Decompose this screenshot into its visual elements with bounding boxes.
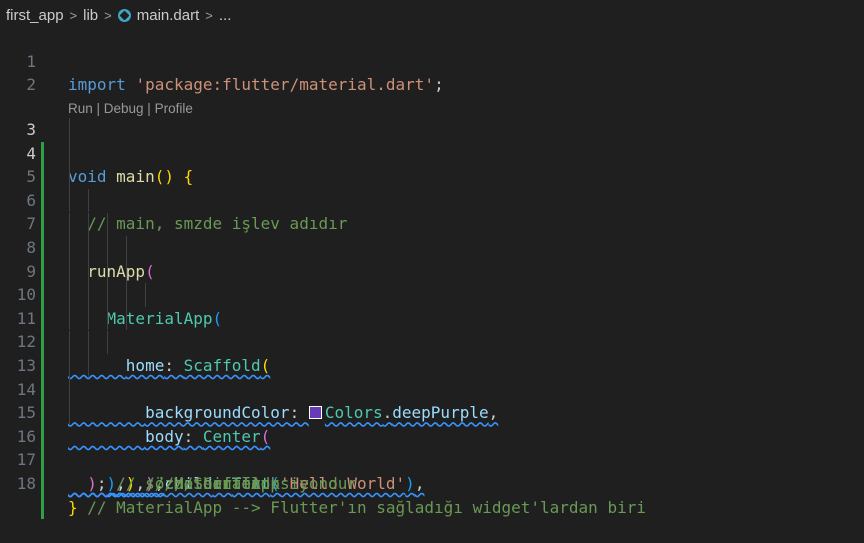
indent-guide <box>107 283 108 307</box>
indent-guide <box>88 259 89 284</box>
gutter-modified-indicator <box>41 495 44 520</box>
code-line[interactable]: 13 ), // Scaffold <box>0 330 864 493</box>
indent-guide <box>69 165 70 189</box>
indent-guide <box>69 330 70 355</box>
indent-guide <box>107 330 108 355</box>
indent-guide <box>69 236 70 260</box>
code-line[interactable]: 6 runApp( <box>0 165 864 281</box>
code-line[interactable]: 4 // main, smzde işlev adıdır <box>0 118 864 233</box>
indent-guide <box>107 212 108 237</box>
indent-guide <box>107 306 108 331</box>
breadcrumb-separator: > <box>69 7 78 23</box>
indent-guide <box>69 377 70 402</box>
indent-guide <box>88 330 89 355</box>
indent-guide <box>88 188 89 213</box>
indent-guide <box>69 306 70 331</box>
code-line[interactable]: 9 backgroundColor: Colors.deepPurple, <box>0 236 864 422</box>
indent-guide <box>69 141 70 166</box>
comment: // sözde bir fonksiyondur <box>106 474 357 494</box>
code-line[interactable]: 12 ), // Center <box>0 306 864 493</box>
indent-guide <box>88 236 89 260</box>
indent-guide <box>69 118 70 142</box>
indent-guide <box>69 212 70 237</box>
indent-guide <box>69 188 70 213</box>
comment: // MaterialApp --> Flutter'ın sağladığı … <box>87 497 646 517</box>
indent-guide <box>107 236 108 260</box>
code-line[interactable]: 8 home: Scaffold( <box>0 212 864 375</box>
punctuation: ; <box>96 474 107 494</box>
code-line[interactable]: 11 child: Text('Hello World'), <box>0 283 864 493</box>
codelens-row: Run | Debug | Profile <box>0 73 864 116</box>
brace: } <box>68 497 78 517</box>
code-line[interactable]: 17 } <box>0 425 864 516</box>
breadcrumb-item-lib[interactable]: lib <box>83 7 98 24</box>
indent-guide <box>126 283 127 307</box>
code-line[interactable]: 3 void main() { <box>0 95 864 186</box>
code-line[interactable]: 18 <box>0 449 864 520</box>
indent-guide <box>126 236 127 260</box>
line-number: 18 <box>16 474 36 494</box>
dart-file-icon <box>117 8 131 22</box>
indent-guide <box>88 306 89 331</box>
breadcrumb-item-more[interactable]: ... <box>219 7 232 24</box>
code-line[interactable]: 7 MaterialApp( <box>0 188 864 328</box>
paren: ) <box>405 474 415 494</box>
indent-guide <box>88 283 89 307</box>
code-line[interactable]: 15 ); // sözde bir fonksiyondur <box>0 377 864 493</box>
breadcrumb-separator: > <box>104 7 112 23</box>
breadcrumb-separator: > <box>205 7 213 23</box>
indent-guide <box>69 401 70 425</box>
code-line[interactable]: 16 // MaterialApp --> Flutter'ın sağladı… <box>0 401 864 517</box>
indent-guide <box>69 259 70 284</box>
breadcrumb-item-first-app[interactable]: first_app <box>6 7 64 24</box>
indent-guide <box>145 283 146 307</box>
punctuation: , <box>414 474 425 494</box>
breadcrumb-item-main-dart[interactable]: main.dart <box>137 7 200 24</box>
indent-guide <box>69 283 70 307</box>
paren: ) <box>87 474 97 494</box>
indent-guide <box>107 259 108 284</box>
indent-guide <box>126 306 127 331</box>
indent-guide <box>88 354 89 378</box>
code-line[interactable]: 5 <box>0 141 864 213</box>
indent-guide <box>88 212 89 237</box>
code-line[interactable]: 2 <box>0 50 864 94</box>
indent-guide <box>126 259 127 284</box>
gutter-modified-indicator <box>41 472 44 496</box>
code-line[interactable]: 1 import 'package:flutter/material.dart'… <box>0 26 864 95</box>
code-line[interactable]: 14 ), // MaterialApp <box>0 354 864 493</box>
indent-guide <box>69 354 70 378</box>
code-line[interactable]: 10 body: Center( <box>0 259 864 446</box>
